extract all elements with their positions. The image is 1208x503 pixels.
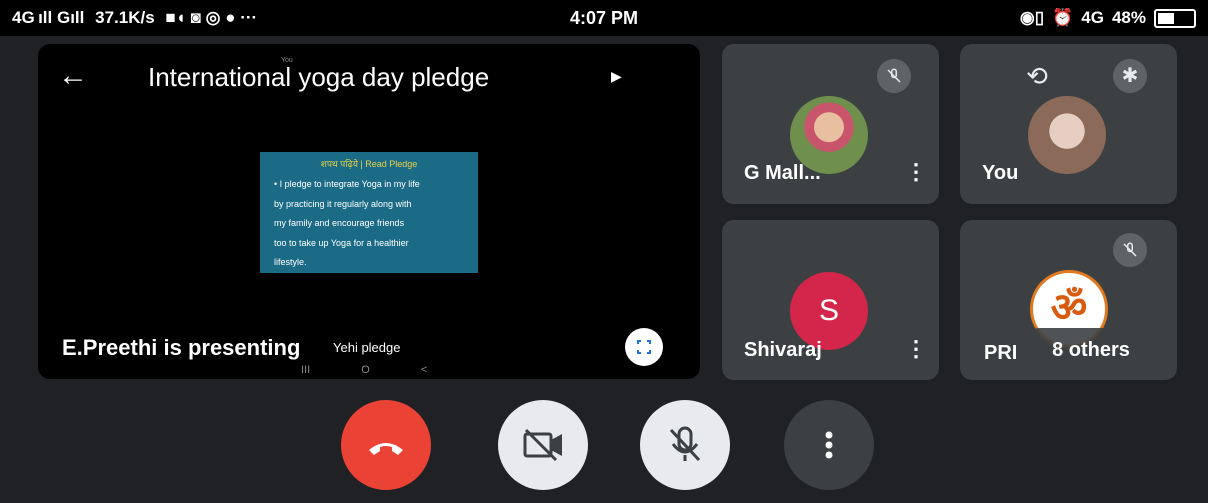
slide-line: lifestyle. — [274, 257, 307, 267]
bluetooth-icon[interactable]: ✱ — [1113, 59, 1147, 93]
slide-line: my family and encourage friends — [274, 218, 405, 228]
participant-name: Shivaraj — [744, 339, 822, 361]
more-vert-icon[interactable]: ⋮ — [905, 337, 927, 361]
presenter-caption: Yehi pledge — [333, 340, 401, 355]
status-right: ◉▯ ⏰ 4G 48% — [1020, 8, 1196, 28]
participant-name: G Mall... — [744, 162, 821, 184]
end-call-button[interactable] — [341, 400, 431, 490]
participant-name: You — [982, 162, 1019, 184]
avatar — [1028, 96, 1106, 174]
camera-toggle-button[interactable] — [498, 400, 588, 490]
play-arrow-icon[interactable]: ▶ — [611, 68, 622, 85]
fullscreen-icon[interactable] — [625, 328, 663, 366]
presentation-title: International yoga day pledge — [148, 62, 490, 92]
mic-off-icon — [669, 426, 701, 462]
presenter-label: E.Preethi is presenting — [62, 335, 301, 360]
status-bar: 4G ıll Gıll 37.1K/s ■◖ ◙ ◎ ● ··· 4:07 PM… — [0, 0, 1208, 36]
slide-line: by practicing it regularly along with — [274, 198, 412, 209]
shared-screen-nav: III O < — [301, 364, 428, 376]
battery-percent: 48% — [1111, 8, 1146, 27]
participant-name: PRI — [984, 342, 1018, 364]
fullscreen-icon-mask — [633, 344, 655, 350]
participant-tile-shivaraj[interactable]: S Shivaraj ⋮ — [722, 220, 939, 380]
mic-toggle-button[interactable] — [640, 400, 730, 490]
more-vert-icon[interactable]: ⋮ — [905, 160, 927, 184]
others-count-button[interactable]: 8 others — [1018, 328, 1164, 372]
slide-line: too to take up Yoga for a healthier — [274, 237, 409, 248]
mic-off-icon — [877, 59, 911, 93]
camera-off-icon — [523, 428, 562, 462]
network-type: 4G — [1081, 8, 1104, 27]
more-vert-icon — [825, 431, 833, 459]
meet-screen: 4G ıll Gıll 37.1K/s ■◖ ◙ ◎ ● ··· 4:07 PM… — [0, 0, 1208, 503]
mic-off-icon — [1113, 233, 1147, 267]
participant-tile-g-mall[interactable]: G Mall... ⋮ — [722, 44, 939, 204]
vibrate-icon: ◉▯ — [1019, 8, 1045, 27]
participant-tile-you[interactable]: ⟲ ✱ You — [960, 44, 1177, 204]
slide-line: • I pledge to integrate Yoga in my life — [274, 179, 420, 189]
back-arrow-icon[interactable]: ← — [58, 58, 88, 94]
camera-switch-icon[interactable]: ⟲ — [1020, 59, 1054, 93]
pledge-slide: शपथ पढ़िये | Read Pledge • I pledge to i… — [260, 152, 478, 273]
battery-icon — [1154, 8, 1196, 28]
slide-heading: शपथ पढ़िये | Read Pledge — [320, 159, 418, 169]
end-call-icon — [369, 443, 403, 455]
slide-body: • I pledge to integrate Yoga in my life … — [274, 175, 470, 273]
more-options-button[interactable] — [784, 400, 874, 490]
alarm-icon: ⏰ — [1052, 8, 1074, 27]
presentation-tile[interactable]: ← You International yoga day pledge ▶ शप… — [38, 44, 700, 379]
